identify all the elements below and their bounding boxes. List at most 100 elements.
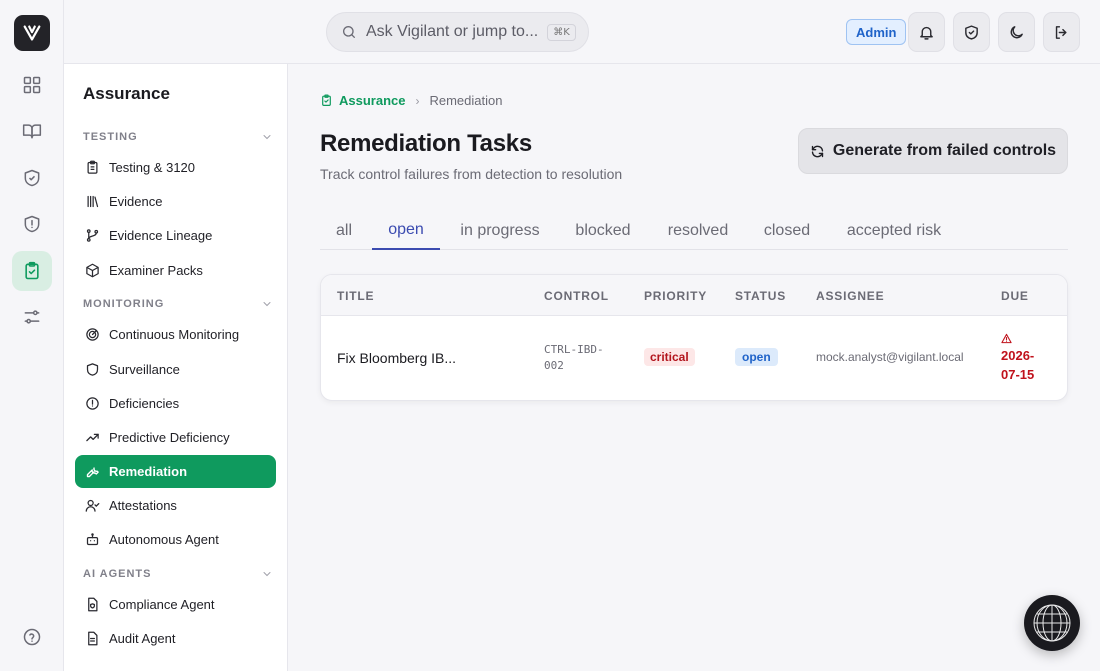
tab-all[interactable]: all <box>320 211 368 250</box>
file-shield-icon <box>88 597 98 612</box>
table-header: TITLE CONTROL PRIORITY STATUS ASSIGNEE D… <box>321 275 1067 316</box>
sliders-icon <box>24 310 40 324</box>
clipboard-check-icon <box>25 261 39 280</box>
rail-settings-button[interactable] <box>12 297 52 337</box>
shield-check-icon <box>24 169 40 187</box>
task-due-date: 2026- 07-15 <box>1001 333 1034 384</box>
tab-open[interactable]: open <box>372 211 440 250</box>
sidebar-item-evidence-lineage[interactable]: Evidence Lineage <box>75 219 276 252</box>
command-search[interactable]: Ask Vigilant or jump to... ⌘K <box>326 12 589 52</box>
logout-button[interactable] <box>1043 12 1080 52</box>
user-check-icon <box>85 499 100 512</box>
tab-accepted-risk[interactable]: accepted risk <box>835 211 953 250</box>
sidebar-section-testing[interactable]: TESTING <box>83 131 273 143</box>
breadcrumb-parent-link[interactable]: Assurance <box>320 93 405 108</box>
sidebar-item-deficiencies[interactable]: Deficiencies <box>75 387 276 420</box>
column-header-due[interactable]: DUE <box>1001 289 1029 303</box>
sidebar-item-label: Surveillance <box>109 362 180 377</box>
remediation-table: TITLE CONTROL PRIORITY STATUS ASSIGNEE D… <box>320 274 1068 401</box>
trending-up-icon <box>86 433 99 442</box>
sidebar-item-autonomous-agent[interactable]: Autonomous Agent <box>75 523 276 556</box>
sidebar-item-label: Remediation <box>109 464 188 479</box>
clipboard-check-icon <box>322 94 331 106</box>
sidebar-item-continuous-monitoring[interactable]: Continuous Monitoring <box>75 318 276 351</box>
sidebar-section-monitoring[interactable]: MONITORING <box>83 298 273 310</box>
logo-icon <box>23 25 41 41</box>
sidebar-item-compliance-agent[interactable]: Compliance Agent <box>75 588 276 621</box>
rail-library-button[interactable] <box>12 111 52 151</box>
sidebar-item-label: Continuous Monitoring <box>109 327 240 342</box>
rail-compliance-button[interactable] <box>12 158 52 198</box>
page-subtitle: Track control failures from detection to… <box>320 166 623 182</box>
bell-icon <box>920 26 933 40</box>
sidebar-item-evidence[interactable]: Evidence <box>75 185 276 218</box>
library-icon <box>87 195 99 208</box>
sidebar-item-label: Examiner Packs <box>109 263 203 278</box>
column-header-priority[interactable]: PRIORITY <box>644 289 707 303</box>
column-header-assignee[interactable]: ASSIGNEE <box>816 289 884 303</box>
page-title: Remediation Tasks <box>320 130 532 157</box>
tab-resolved[interactable]: resolved <box>655 211 741 250</box>
sidebar-item-predictive-deficiency[interactable]: Predictive Deficiency <box>75 421 276 454</box>
sidebar-title: Assurance <box>83 84 170 103</box>
sidebar-item-examiner-packs[interactable]: Examiner Packs <box>75 254 276 287</box>
section-label: TESTING <box>83 131 138 143</box>
control-id-line: 002 <box>544 359 564 372</box>
task-control-id: CTRL-IBD- 002 <box>544 342 616 374</box>
tab-blocked[interactable]: blocked <box>562 211 644 250</box>
main-content: Assurance › Remediation Remediation Task… <box>288 64 1100 671</box>
sidebar-item-label: Audit Agent <box>109 631 176 646</box>
control-id-line: CTRL-IBD- <box>544 343 604 356</box>
sidebar-item-label: Predictive Deficiency <box>109 430 230 445</box>
clipboard-icon <box>87 160 98 174</box>
rail-help-button[interactable] <box>12 617 52 657</box>
rail-dashboard-button[interactable] <box>12 65 52 105</box>
sidebar-item-label: Evidence Lineage <box>109 228 213 243</box>
status-tabs: all open in progress blocked resolved cl… <box>320 211 1068 250</box>
tab-closed[interactable]: closed <box>750 211 824 250</box>
book-open-icon <box>22 124 42 139</box>
alert-circle-icon <box>86 397 99 410</box>
sidebar-item-label: Evidence <box>109 194 163 209</box>
task-title[interactable]: Fix Bloomberg IB... <box>337 350 456 366</box>
theme-toggle-button[interactable] <box>998 12 1035 52</box>
shield-check-icon <box>965 24 978 40</box>
rail-assurance-button[interactable] <box>12 251 52 291</box>
search-icon <box>343 26 355 38</box>
section-label: MONITORING <box>83 298 165 310</box>
rail-risk-button[interactable] <box>12 204 52 244</box>
assistant-orb-button[interactable] <box>1024 595 1080 651</box>
alert-triangle-icon <box>1001 333 1012 344</box>
generate-from-failed-controls-button[interactable]: Generate from failed controls <box>798 128 1068 174</box>
security-button[interactable] <box>953 12 990 52</box>
sidebar-item-remediation[interactable]: Remediation <box>75 455 276 488</box>
column-header-title[interactable]: TITLE <box>337 289 374 303</box>
git-branch-icon <box>86 229 99 242</box>
sidebar-item-label: Autonomous Agent <box>109 532 219 547</box>
due-date-line: 2026- <box>1001 348 1035 363</box>
sidebar-item-attestations[interactable]: Attestations <box>75 489 276 522</box>
sidebar-item-surveillance[interactable]: Surveillance <box>75 353 276 386</box>
sidebar-item-audit-agent[interactable]: Audit Agent <box>75 622 276 655</box>
shield-alert-icon <box>24 215 40 233</box>
top-bar: Ask Vigilant or jump to... ⌘K Admin <box>64 0 1100 64</box>
column-header-status[interactable]: STATUS <box>735 289 786 303</box>
generate-button-label: Generate from failed controls <box>832 142 1057 159</box>
log-out-icon <box>1055 25 1067 39</box>
shield-icon <box>86 363 99 376</box>
tab-in-progress[interactable]: in progress <box>448 211 552 250</box>
file-text-icon <box>88 631 98 646</box>
search-placeholder: Ask Vigilant or jump to... <box>366 23 539 40</box>
breadcrumb: Assurance › Remediation <box>320 93 502 108</box>
notifications-button[interactable] <box>908 12 945 52</box>
app-logo[interactable] <box>14 15 50 51</box>
package-icon <box>86 263 99 278</box>
column-header-control[interactable]: CONTROL <box>544 289 609 303</box>
radar-icon <box>86 328 99 341</box>
icon-rail <box>0 0 64 671</box>
status-badge: open <box>735 348 778 366</box>
chevron-down-icon <box>263 302 271 307</box>
sidebar-section-ai-agents[interactable]: AI AGENTS <box>83 568 273 580</box>
bot-icon <box>86 533 99 546</box>
sidebar-item-testing-3120[interactable]: Testing & 3120 <box>75 151 276 184</box>
